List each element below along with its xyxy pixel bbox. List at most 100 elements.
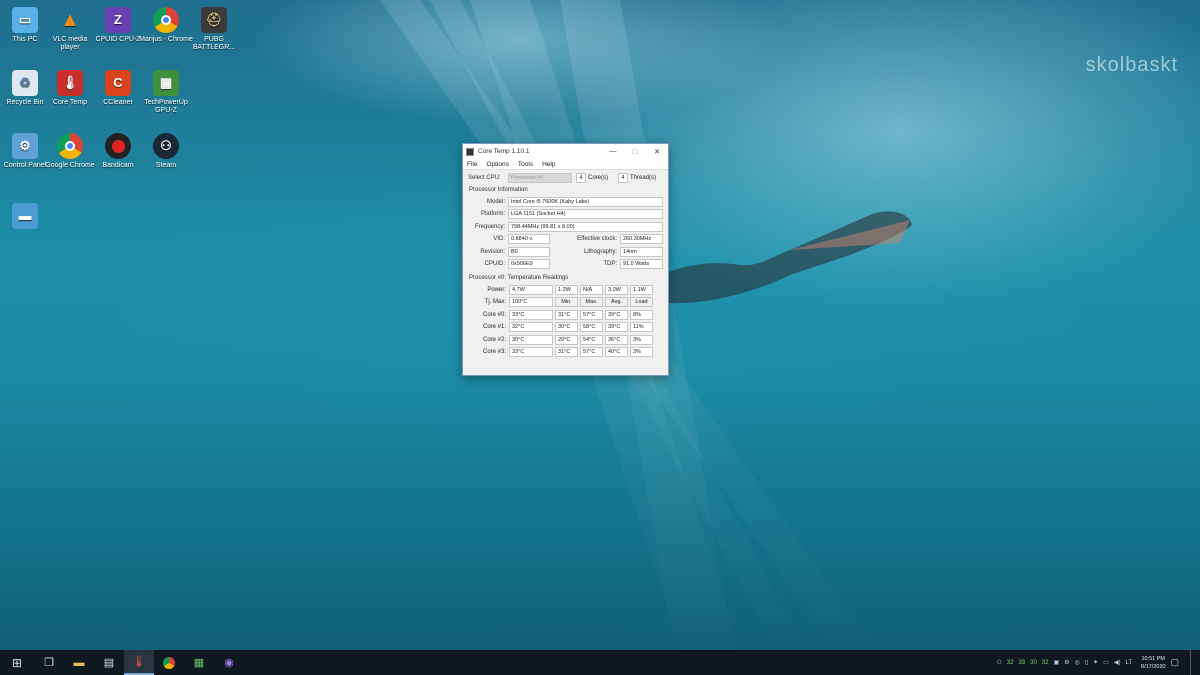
language-indicator[interactable]: LT xyxy=(1125,660,1132,666)
battery-icon[interactable]: ▯ xyxy=(1085,659,1088,666)
tray-temp-core2[interactable]: 30 xyxy=(1030,660,1037,666)
revision-value: B0 xyxy=(508,246,550,257)
core-row: Core #1: 32°C 30°C 58°C 39°C 11% xyxy=(467,321,664,334)
tray-app-icon[interactable]: ◎ xyxy=(1075,659,1080,666)
core-row: Core #3: 33°C 31°C 57°C 40°C 3% xyxy=(467,346,664,359)
tray-app-icon[interactable]: ✦ xyxy=(1093,659,1098,666)
core-temp-taskbar-icon[interactable]: 🌡 xyxy=(124,650,154,675)
monitor-icon: ▬ xyxy=(12,203,38,229)
tdp-label: TDP: xyxy=(603,261,617,268)
row-label: Core #2: xyxy=(482,336,506,343)
cores-count: 4 xyxy=(576,173,586,184)
platform-label: Platform: xyxy=(480,211,505,218)
effective-clock-value: 260.30MHz xyxy=(620,234,663,245)
core-temp-window[interactable]: Core Temp 1.10.1 — ☐ ✕ File Options Tool… xyxy=(462,143,669,376)
control-panel-icon: ⚙ xyxy=(12,133,38,159)
cell-value: 32°C xyxy=(509,322,553,333)
clock[interactable]: 10:51 PM 8/17/2020 xyxy=(1141,655,1165,671)
tray-temp-core0[interactable]: 32 xyxy=(1007,660,1014,666)
maximize-icon[interactable]: ☐ xyxy=(624,148,646,156)
desktop-icon-bandicam[interactable]: Bandicam xyxy=(91,133,145,170)
tray-temp-core3[interactable]: 32 xyxy=(1042,660,1049,666)
chrome-icon xyxy=(153,7,179,33)
cell-value: 36°C xyxy=(605,334,628,345)
cell-value: 100°C xyxy=(509,297,553,308)
file-explorer-icon[interactable]: ▬ xyxy=(64,650,94,675)
desktop-icon-ccleaner[interactable]: C CCleaner xyxy=(91,70,145,107)
vid-label: VID: xyxy=(493,236,505,243)
core-row: Core #0: 33°C 31°C 57°C 39°C 8% xyxy=(467,309,664,322)
clock-date: 8/17/2020 xyxy=(1141,663,1166,670)
system-tray: ⚇ 32 33 30 32 ▣ ⚙ ◎ ▯ ✦ ▭ ◀) LT 10:51 PM… xyxy=(996,650,1200,675)
cell-value: 58°C xyxy=(580,322,603,333)
tray-app-icon[interactable]: ⚙ xyxy=(1064,659,1069,666)
tjmax-row: Tj. Max: 100°C Min. Max. Avg. Load xyxy=(467,296,664,309)
revision-label: Revision: xyxy=(480,248,505,255)
desktop-icon-core-temp[interactable]: 🌡 Core Temp xyxy=(43,70,97,107)
notifications-icon[interactable]: ▢ xyxy=(1170,657,1179,668)
effective-clock-label: Effective clock: xyxy=(577,236,617,243)
cell-value: 30°C xyxy=(555,322,578,333)
gpu-z-taskbar-icon[interactable]: ▦ xyxy=(184,650,214,675)
tdp-value: 91.0 Watts xyxy=(620,259,663,270)
desktop-icon-gpu-z[interactable]: ▦ TechPowerUp GPU-Z xyxy=(139,70,193,115)
task-view-icon[interactable]: ❐ xyxy=(34,650,64,675)
desktop-icon-cpu-z[interactable]: Z CPUID CPU-Z xyxy=(91,7,145,44)
select-cpu-dropdown[interactable]: Processor #0 xyxy=(508,173,572,184)
platform-value: LGA 1151 (Socket H4) xyxy=(508,209,663,220)
cell-value: 1.1W xyxy=(630,284,653,295)
temperature-grid: Power: 4.7W 1.2W N/A 3.0W 1.1W Tj. Max: … xyxy=(463,284,668,359)
volume-icon[interactable]: ◀) xyxy=(1114,659,1121,666)
menu-tools[interactable]: Tools xyxy=(518,161,533,168)
recycle-bin-icon: ♻ xyxy=(12,70,38,96)
desktop-icon-vlc[interactable]: ▲ VLC media player xyxy=(43,7,97,52)
menu-options[interactable]: Options xyxy=(486,161,508,168)
frequency-row: Frequency: 798.44MHz (99.81 x 8.00) xyxy=(463,221,668,234)
network-icon[interactable]: ▭ xyxy=(1103,659,1109,666)
core-row: Core #2: 30°C 29°C 54°C 36°C 3% xyxy=(467,334,664,347)
cell-value: N/A xyxy=(580,284,603,295)
platform-row: Platform: LGA 1151 (Socket H4) xyxy=(463,208,668,221)
cpu-z-icon: Z xyxy=(105,7,131,33)
steam-icon: ⚇ xyxy=(153,133,179,159)
start-icon[interactable]: ⊞ xyxy=(0,650,34,675)
vid-value: 0.6840 v xyxy=(508,234,550,245)
cell-value: 3% xyxy=(630,334,653,345)
menu-file[interactable]: File xyxy=(467,161,477,168)
cell-value: 3.0W xyxy=(605,284,628,295)
menu-help[interactable]: Help xyxy=(542,161,555,168)
cell-value: 57°C xyxy=(580,309,603,320)
calculator-icon[interactable]: ▤ xyxy=(94,650,124,675)
lithography-label: Lithography: xyxy=(583,248,617,255)
cell-value: 39°C xyxy=(605,322,628,333)
cell-value: 8% xyxy=(630,309,653,320)
cell-value: 4.7W xyxy=(509,284,553,295)
desktop-icon-google-chrome[interactable]: Google Chrome xyxy=(43,133,97,170)
temperature-readings-header: Processor #0: Temperature Readings xyxy=(469,274,569,281)
cell-value: 1.2W xyxy=(555,284,578,295)
show-desktop-button[interactable] xyxy=(1190,650,1194,675)
bandicam-icon xyxy=(105,133,131,159)
desktop-icon-pubg[interactable]: ⛑ PUBG BATTLEGR... xyxy=(187,7,241,52)
window-titlebar[interactable]: Core Temp 1.10.1 — ☐ ✕ xyxy=(463,144,668,159)
desktop-icon-unnamed[interactable]: ▬ xyxy=(0,203,52,232)
frequency-value: 798.44MHz (99.81 x 8.00) xyxy=(508,221,663,232)
desktop-icon-marijus-chrome[interactable]: Marijus - Chrome xyxy=(139,7,193,44)
vlc-icon: ▲ xyxy=(60,9,80,31)
tray-temp-core1[interactable]: 33 xyxy=(1018,660,1025,666)
chrome-taskbar-icon[interactable] xyxy=(154,650,184,675)
frequency-label: Frequency: xyxy=(474,223,505,230)
cpu-z-taskbar-icon[interactable]: ◉ xyxy=(214,650,244,675)
cell-value: 31°C xyxy=(555,309,578,320)
close-icon[interactable]: ✕ xyxy=(646,148,668,156)
steam-tray-icon[interactable]: ⚇ xyxy=(996,659,1001,666)
tray-app-icon[interactable]: ▣ xyxy=(1054,659,1060,666)
desktop-icon-steam[interactable]: ⚇ Steam xyxy=(139,133,193,170)
column-header-max: Max. xyxy=(580,297,603,308)
lithography-value: 14nm xyxy=(620,246,663,257)
menu-bar: File Options Tools Help xyxy=(463,159,668,170)
core-temp-app-icon xyxy=(466,147,474,156)
minimize-icon[interactable]: — xyxy=(602,148,624,155)
column-header-min: Min. xyxy=(555,297,578,308)
gpu-z-icon: ▦ xyxy=(153,70,179,96)
